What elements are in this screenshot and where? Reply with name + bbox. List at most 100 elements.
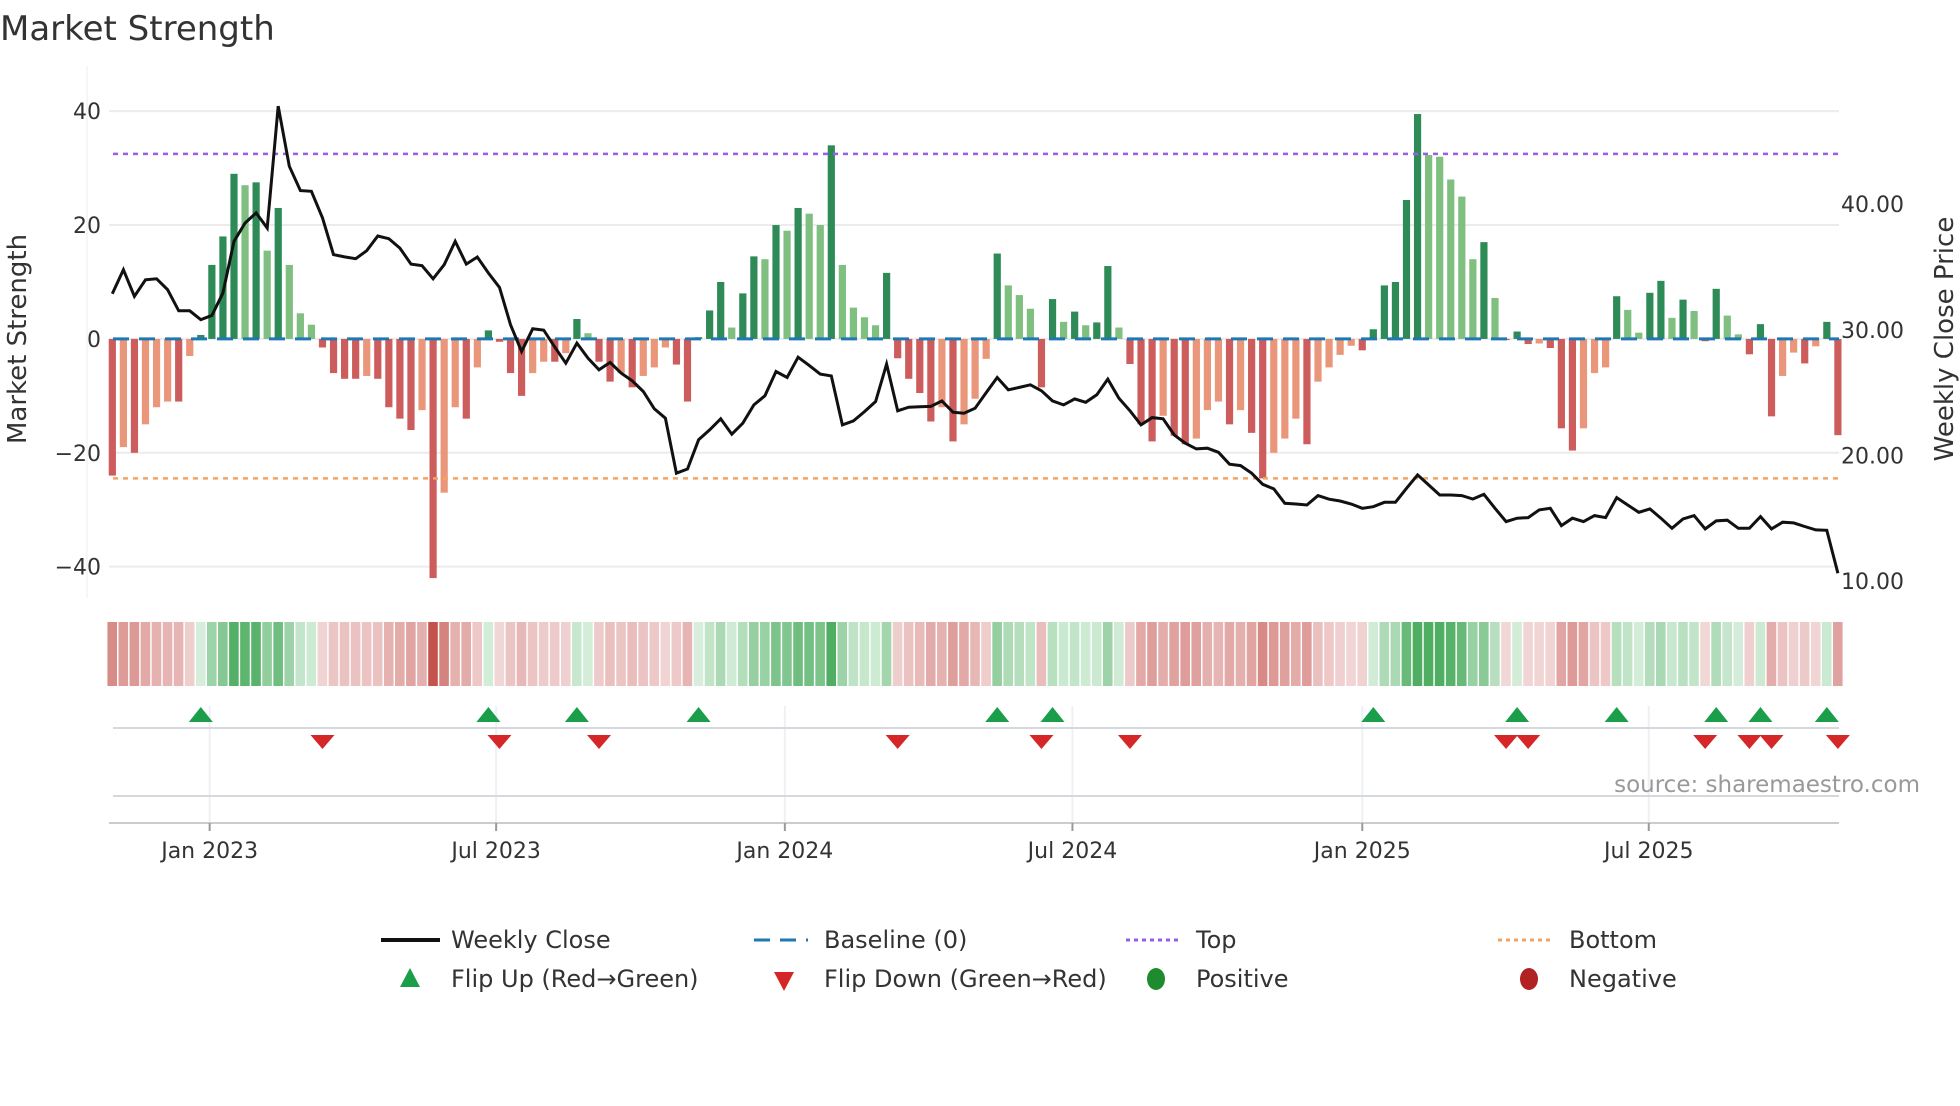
flip-up-marker [564, 707, 589, 722]
heat-cell [1036, 622, 1047, 686]
strength-bar [418, 338, 426, 411]
heat-cell [726, 622, 737, 686]
flip-up-marker [1604, 707, 1629, 722]
strength-bar [363, 338, 371, 376]
heat-cell [395, 622, 405, 686]
strength-bar [1259, 338, 1267, 479]
y-tick-label: 20 [73, 214, 101, 239]
strength-bar [385, 338, 393, 408]
heat-cell [992, 622, 1002, 686]
heat-cell [760, 622, 770, 686]
heat-cell [1667, 622, 1677, 686]
strength-bar [1148, 338, 1156, 442]
heat-cell [461, 622, 471, 686]
heat-cell [748, 622, 759, 686]
strength-bar [1115, 327, 1123, 339]
heat-cell [1456, 622, 1467, 686]
strength-bar [1624, 309, 1632, 339]
heat-cell [881, 622, 892, 686]
heat-cell [627, 622, 637, 686]
strength-bar [1436, 156, 1444, 339]
heat-cell [771, 622, 781, 686]
strength-bar [1181, 338, 1189, 445]
legend-bottom[interactable]: Bottom [1569, 926, 1657, 954]
heat-cell [959, 622, 969, 686]
strength-bar [1192, 338, 1200, 439]
heat-cell [638, 622, 648, 686]
heat-cell [583, 622, 593, 686]
market-strength-chart: Market Strength Market Strength Weekly C… [0, 9, 1960, 993]
legend-baseline[interactable]: Baseline (0) [824, 926, 967, 954]
strength-bar [506, 338, 515, 374]
legend-negative[interactable]: Negative [1569, 965, 1677, 993]
heat-cell [1567, 622, 1578, 686]
y-tick-label: 0 [87, 328, 101, 353]
strength-bar [1292, 338, 1300, 419]
strength-bar [296, 313, 304, 339]
strength-bar [827, 145, 835, 339]
heat-cell [892, 622, 903, 686]
heat-cell [129, 622, 140, 686]
legend-weekly-close[interactable]: Weekly Close [451, 926, 611, 954]
strength-bar [307, 324, 316, 339]
strength-bar [1723, 315, 1731, 339]
heat-cell [848, 622, 859, 686]
legend-top[interactable]: Top [1195, 926, 1237, 954]
strength-bar [1159, 338, 1167, 416]
heat-cell [229, 622, 239, 686]
legend-flip-up[interactable]: Flip Up (Red→Green) [451, 965, 699, 993]
heat-cell [925, 622, 936, 686]
heat-cell [782, 622, 792, 686]
heat-cell [1689, 622, 1699, 686]
heat-cell [1711, 622, 1721, 686]
strength-bar [728, 327, 736, 339]
strength-bar [894, 338, 902, 359]
heat-cell [1423, 622, 1434, 686]
heat-cell [704, 622, 715, 686]
strength-bar [1712, 288, 1720, 339]
heat-cell [1744, 622, 1755, 686]
heat-cell [273, 622, 283, 686]
heat-cell [1589, 622, 1600, 686]
strength-bar [529, 338, 537, 374]
heat-cell [1777, 622, 1788, 686]
strength-bar [1037, 338, 1046, 388]
strength-bar [1602, 338, 1610, 368]
y-tick-label: 40 [73, 100, 101, 125]
legend-positive[interactable]: Positive [1196, 965, 1289, 993]
strength-bar [1767, 338, 1776, 417]
y2-tick-label: 10.00 [1841, 570, 1904, 595]
strength-bar [573, 319, 581, 339]
strength-bar [186, 338, 194, 357]
heat-cell [317, 622, 328, 686]
strength-bar [805, 213, 813, 339]
heat-cell [284, 622, 295, 686]
strength-bar [1170, 338, 1178, 436]
strength-bar [1834, 338, 1842, 436]
strength-bar [252, 182, 260, 339]
strength-bar [241, 185, 249, 339]
heat-cell [151, 622, 162, 686]
strength-bar [683, 338, 692, 402]
heat-cell [1069, 622, 1080, 686]
strength-bar [274, 207, 282, 339]
flip-markers [109, 706, 1850, 824]
y-axis-ticks: 40 20 0 −20 −40 [55, 100, 101, 581]
heat-cell [870, 622, 881, 686]
strength-bar [1325, 338, 1333, 368]
heat-cell [1578, 622, 1589, 686]
heat-cell [1656, 622, 1666, 686]
heat-cell [417, 622, 427, 686]
heat-cell [1434, 622, 1445, 686]
legend-flip-down[interactable]: Flip Down (Green→Red) [824, 965, 1107, 993]
heat-cell [1202, 622, 1213, 686]
y2-tick-label: 20.00 [1841, 444, 1904, 469]
heat-cell [516, 622, 527, 686]
strength-bar [285, 264, 293, 339]
heat-cell [1302, 622, 1312, 686]
heat-cell [737, 622, 748, 686]
heat-cell [328, 622, 339, 686]
heat-cell [793, 622, 803, 686]
strength-bar [1104, 266, 1112, 339]
heat-cell [1003, 622, 1013, 686]
